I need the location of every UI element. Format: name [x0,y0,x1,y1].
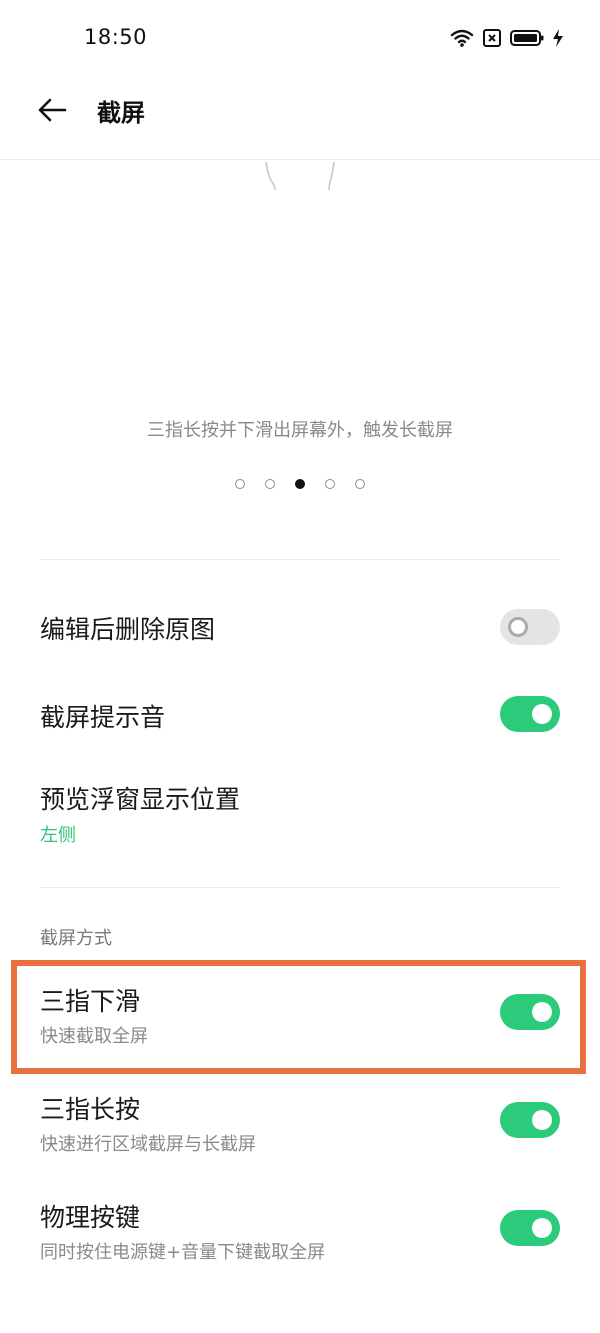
setting-delete-original[interactable]: 编辑后删除原图 [0,596,600,660]
toggle-knob [532,704,552,724]
app-bar: 截屏 [0,76,600,160]
setting-title: 三指下滑 [40,987,141,1016]
delete-original-toggle[interactable] [500,609,560,645]
page-dot[interactable] [325,479,335,489]
page-dot[interactable] [265,479,275,489]
page-dot-active[interactable] [295,479,305,489]
wifi-icon [450,28,474,48]
setting-subtitle: 快速截取全屏 [40,1026,148,1047]
setting-screenshot-sound[interactable]: 截屏提示音 [0,682,600,746]
setting-title: 截屏提示音 [40,703,166,732]
toggle-knob [532,1110,552,1130]
section-header: 截屏方式 [40,928,112,949]
status-time: 18:50 [84,25,148,49]
section-divider [40,559,560,560]
setting-title: 预览浮窗显示位置 [40,785,241,814]
setting-title: 物理按键 [40,1203,141,1232]
three-finger-hold-toggle[interactable] [500,1102,560,1138]
setting-preview-position[interactable]: 预览浮窗显示位置 左侧 [0,770,600,860]
toggle-knob [532,1218,552,1238]
setting-title: 三指长按 [40,1095,141,1124]
setting-subtitle: 快速进行区域截屏与长截屏 [40,1134,256,1155]
screenshot-sound-toggle[interactable] [500,696,560,732]
sim-error-icon [482,28,502,48]
page-dot[interactable] [235,479,245,489]
page-dot[interactable] [355,479,365,489]
arrow-left-icon [37,98,67,126]
setting-subtitle: 同时按住电源键+音量下键截取全屏 [40,1242,326,1263]
battery-icon [510,28,544,48]
gesture-illustration [0,160,600,400]
page-indicator [0,479,600,489]
method-three-finger-swipe[interactable]: 三指下滑 快速截取全屏 [0,966,600,1070]
method-physical-keys[interactable]: 物理按键 同时按住电源键+音量下键截取全屏 [0,1184,600,1288]
toggle-knob [508,617,528,637]
status-icons [450,26,564,50]
back-button[interactable] [30,90,74,134]
toggle-knob [532,1002,552,1022]
section-divider [40,887,560,888]
three-finger-swipe-toggle[interactable] [500,994,560,1030]
physical-keys-toggle[interactable] [500,1210,560,1246]
setting-title: 编辑后删除原图 [40,615,216,644]
method-three-finger-hold[interactable]: 三指长按 快速进行区域截屏与长截屏 [0,1076,600,1180]
setting-value: 左侧 [40,825,76,846]
illustration-caption: 三指长按并下滑出屏幕外，触发长截屏 [147,420,453,441]
charging-icon [552,28,564,48]
status-bar: 18:50 [0,0,600,76]
page-title: 截屏 [97,99,145,127]
